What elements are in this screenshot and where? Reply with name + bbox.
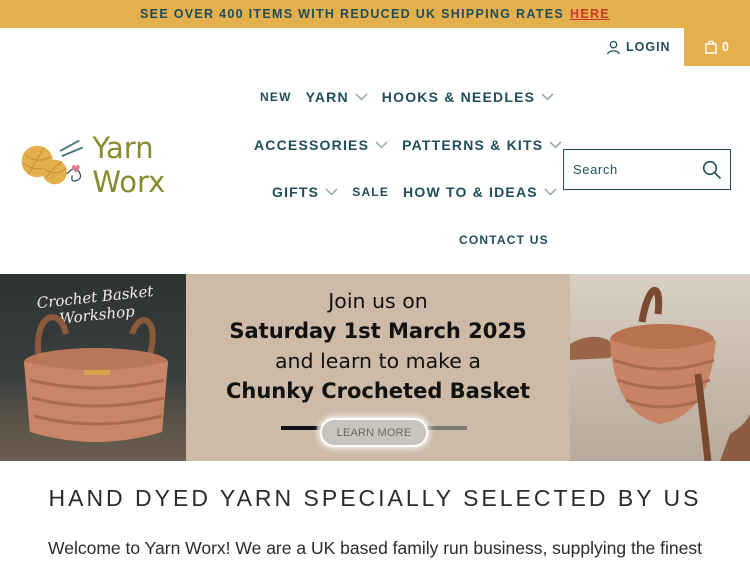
search-box — [563, 149, 731, 190]
nav-row-3: GIFTS SALE HOW TO & IDEAS — [272, 184, 557, 200]
chevron-down-icon — [375, 141, 388, 149]
cart-count: 0 — [722, 40, 729, 54]
chevron-down-icon — [549, 141, 562, 149]
nav-item-how-to-ideas[interactable]: HOW TO & IDEAS — [403, 184, 557, 200]
nav-row-1: NEW YARN HOOKS & NEEDLES — [260, 89, 554, 105]
nav-item-contact-us[interactable]: CONTACT US — [459, 233, 549, 247]
announcement-link[interactable]: HERE — [570, 7, 610, 21]
banner-promo-panel: Join us on Saturday 1st March 2025 and l… — [186, 274, 570, 461]
nav-item-label: HOW TO & IDEAS — [403, 184, 538, 200]
nav-item-yarn[interactable]: YARN — [306, 89, 368, 105]
shopping-bag-icon — [705, 40, 717, 54]
nav-item-label: HOOKS & NEEDLES — [381, 89, 536, 105]
banner-line-2: Saturday 1st March 2025 — [229, 319, 527, 343]
slider-fill — [281, 426, 317, 430]
user-icon — [607, 40, 620, 54]
banner-line-3: and learn to make a — [275, 349, 481, 373]
nav-item-label: PATTERNS & KITS — [402, 137, 544, 153]
crochet-basket-image — [24, 314, 168, 442]
nav-item-hooks-needles[interactable]: HOOKS & NEEDLES — [382, 89, 554, 105]
login-label: LOGIN — [626, 40, 671, 54]
nav-item-label: YARN — [305, 89, 349, 105]
nav-item-sale[interactable]: SALE — [352, 185, 389, 199]
banner-image-right — [570, 274, 750, 461]
basket-in-hands-image — [570, 287, 750, 461]
login-link[interactable]: LOGIN — [606, 38, 671, 56]
chevron-down-icon — [544, 188, 557, 196]
nav-item-gifts[interactable]: GIFTS — [272, 184, 338, 200]
announcement-bar: SEE OVER 400 ITEMS WITH REDUCED UK SHIPP… — [0, 0, 750, 28]
nav-item-accessories[interactable]: ACCESSORIES — [254, 137, 388, 153]
banner-line-1: Join us on — [328, 289, 428, 313]
logo-text: Yarn Worx — [92, 131, 166, 199]
search-icon[interactable] — [702, 160, 722, 180]
announcement-text: SEE OVER 400 ITEMS WITH REDUCED UK SHIPP… — [140, 7, 564, 21]
nav-row-2: ACCESSORIES PATTERNS & KITS — [254, 137, 562, 153]
chevron-down-icon — [541, 93, 554, 101]
hero-banner[interactable]: Crochet Basket Workshop Join us on Satur… — [0, 274, 750, 461]
chevron-down-icon — [355, 93, 368, 101]
nav-item-patterns-kits[interactable]: PATTERNS & KITS — [402, 137, 562, 153]
chevron-down-icon — [325, 188, 338, 196]
site-logo[interactable]: Yarn Worx — [18, 131, 218, 199]
section-heading: HAND DYED YARN SPECIALLY SELECTED BY US — [48, 485, 702, 511]
banner-line-4: Chunky Crocheted Basket — [225, 379, 531, 403]
cart-button[interactable]: 0 — [684, 28, 750, 66]
nav-item-new[interactable]: NEW — [260, 90, 292, 104]
nav-row-4: CONTACT US — [459, 233, 549, 247]
nav-item-label: GIFTS — [272, 184, 320, 200]
banner-image-left: Crochet Basket Workshop — [0, 274, 186, 461]
yarn-balls-icon — [21, 139, 84, 185]
intro-text: Welcome to Yarn Worx! We are a UK based … — [48, 538, 702, 558]
search-input[interactable] — [573, 162, 702, 177]
learn-more-button[interactable]: LEARN MORE — [320, 418, 428, 447]
nav-item-label: ACCESSORIES — [254, 137, 370, 153]
